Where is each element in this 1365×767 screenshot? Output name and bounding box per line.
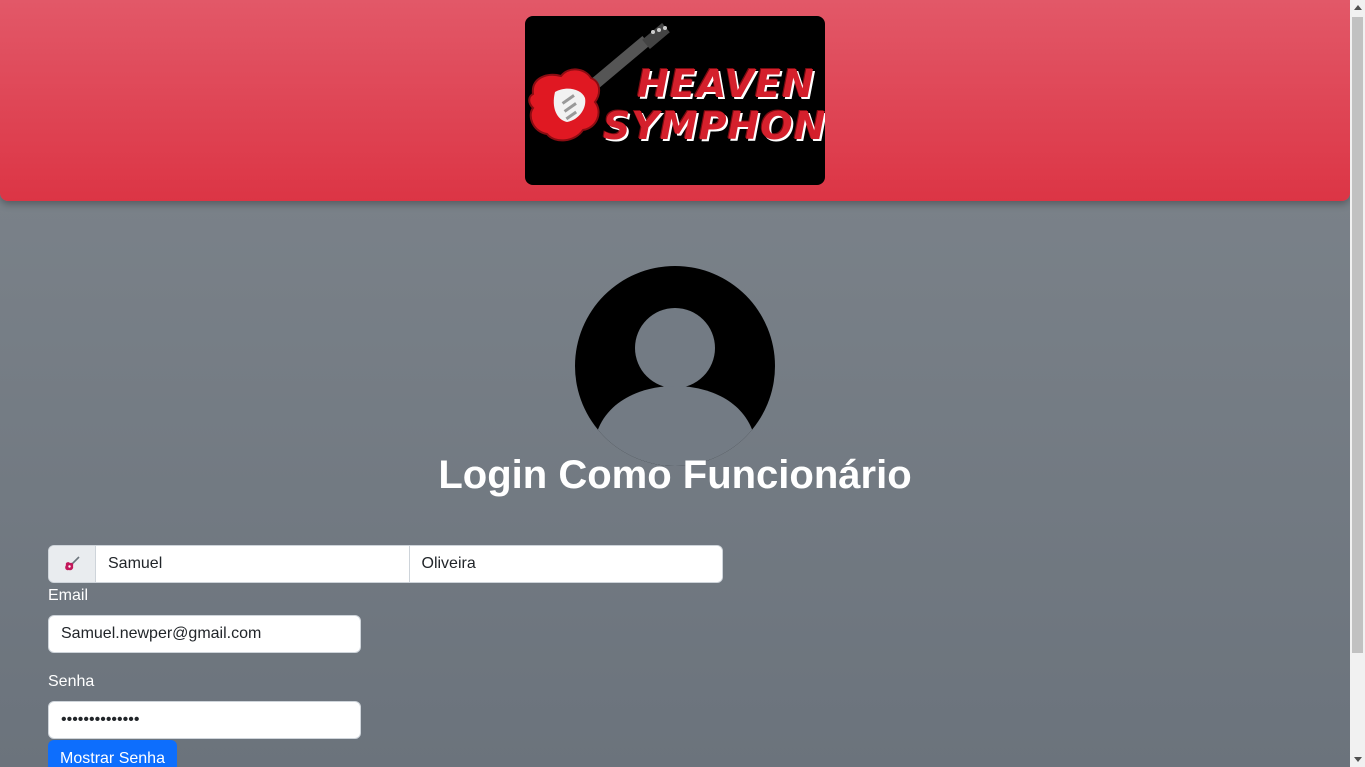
guitar-icon <box>49 546 96 582</box>
last-name-input[interactable] <box>409 546 722 582</box>
first-name-input[interactable] <box>96 546 410 582</box>
header-banner: HEAVEN SYMPHONY <box>0 0 1350 201</box>
email-label: Email <box>48 587 89 604</box>
show-password-button[interactable]: Mostrar Senha <box>48 740 177 767</box>
email-input[interactable] <box>48 615 361 653</box>
name-input-group <box>48 545 723 583</box>
password-input[interactable] <box>48 701 361 739</box>
vertical-scrollbar[interactable] <box>1350 0 1365 767</box>
logo-text-heaven: HEAVEN <box>637 62 815 106</box>
page: HEAVEN SYMPHONY Login Como Funcionário E… <box>0 0 1350 767</box>
brand-logo[interactable]: HEAVEN SYMPHONY <box>525 16 825 185</box>
scroll-down-arrow-icon[interactable] <box>1350 752 1365 767</box>
page-title: Login Como Funcionário <box>438 453 912 497</box>
password-label: Senha <box>48 673 95 690</box>
scroll-up-arrow-icon[interactable] <box>1350 0 1365 15</box>
logo-text-symphony: SYMPHONY <box>603 104 825 148</box>
scrollbar-thumb[interactable] <box>1352 17 1363 653</box>
user-avatar-icon <box>575 266 775 466</box>
